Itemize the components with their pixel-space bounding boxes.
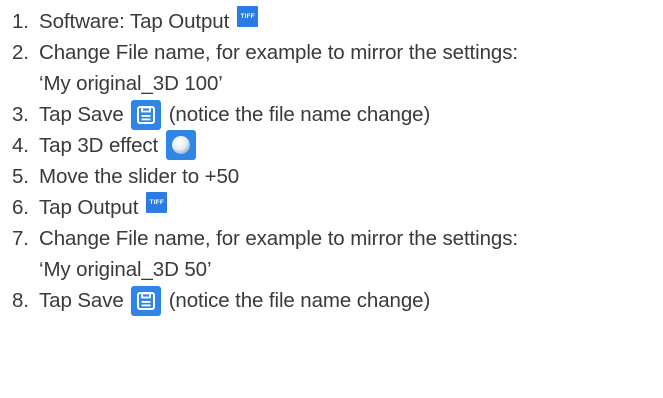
step-number: 2.: [12, 41, 29, 64]
step-text: Change File name, for example to mirror …: [39, 41, 518, 64]
step-number: 3.: [12, 103, 29, 126]
step-text: Tap 3D effect: [39, 134, 159, 157]
step-text: Software: Tap Output: [39, 10, 230, 33]
step-note: (notice the file name change): [168, 103, 431, 126]
tiff-icon: TIFF: [237, 6, 259, 27]
save-icon: [130, 99, 161, 130]
step-7: 7. Change File name, for example to mirr…: [12, 223, 663, 254]
step-text: Move the slider to +50: [39, 165, 240, 188]
step-text: Change File name, for example to mirror …: [39, 227, 518, 250]
step-number: 6.: [12, 196, 29, 219]
step-3: 3. Tap Save (notice the file name change…: [12, 99, 663, 130]
step-number: 5.: [12, 165, 29, 188]
step-text: Tap Save: [39, 103, 124, 126]
step-7-continuation: ‘My original_3D 50’: [12, 254, 663, 285]
step-5: 5. Move the slider to +50: [12, 161, 663, 192]
step-number: 8.: [12, 289, 29, 312]
step-number: 1.: [12, 10, 29, 33]
step-1: 1. Software: Tap Output TIFF: [12, 6, 663, 37]
step-6: 6. Tap Output TIFF: [12, 192, 663, 223]
step-8: 8. Tap Save (notice the file name change…: [12, 285, 663, 316]
step-4: 4. Tap 3D effect: [12, 129, 663, 161]
step-number: 7.: [12, 227, 29, 250]
step-note: (notice the file name change): [168, 289, 431, 312]
step-text: Tap Save: [39, 289, 124, 312]
step-2: 2. Change File name, for example to mirr…: [12, 37, 663, 68]
step-number: 4.: [12, 134, 29, 157]
instruction-list: 1. Software: Tap Output TIFF 2. Change F…: [12, 6, 663, 316]
step-text: Tap Output: [39, 196, 139, 219]
save-icon: [130, 285, 161, 316]
sphere-icon: [166, 129, 197, 160]
step-2-continuation: ‘My original_3D 100’: [12, 68, 663, 99]
tiff-icon: TIFF: [146, 192, 168, 213]
step-text-continuation: ‘My original_3D 100’: [39, 72, 223, 95]
step-text-continuation: ‘My original_3D 50’: [39, 258, 212, 281]
